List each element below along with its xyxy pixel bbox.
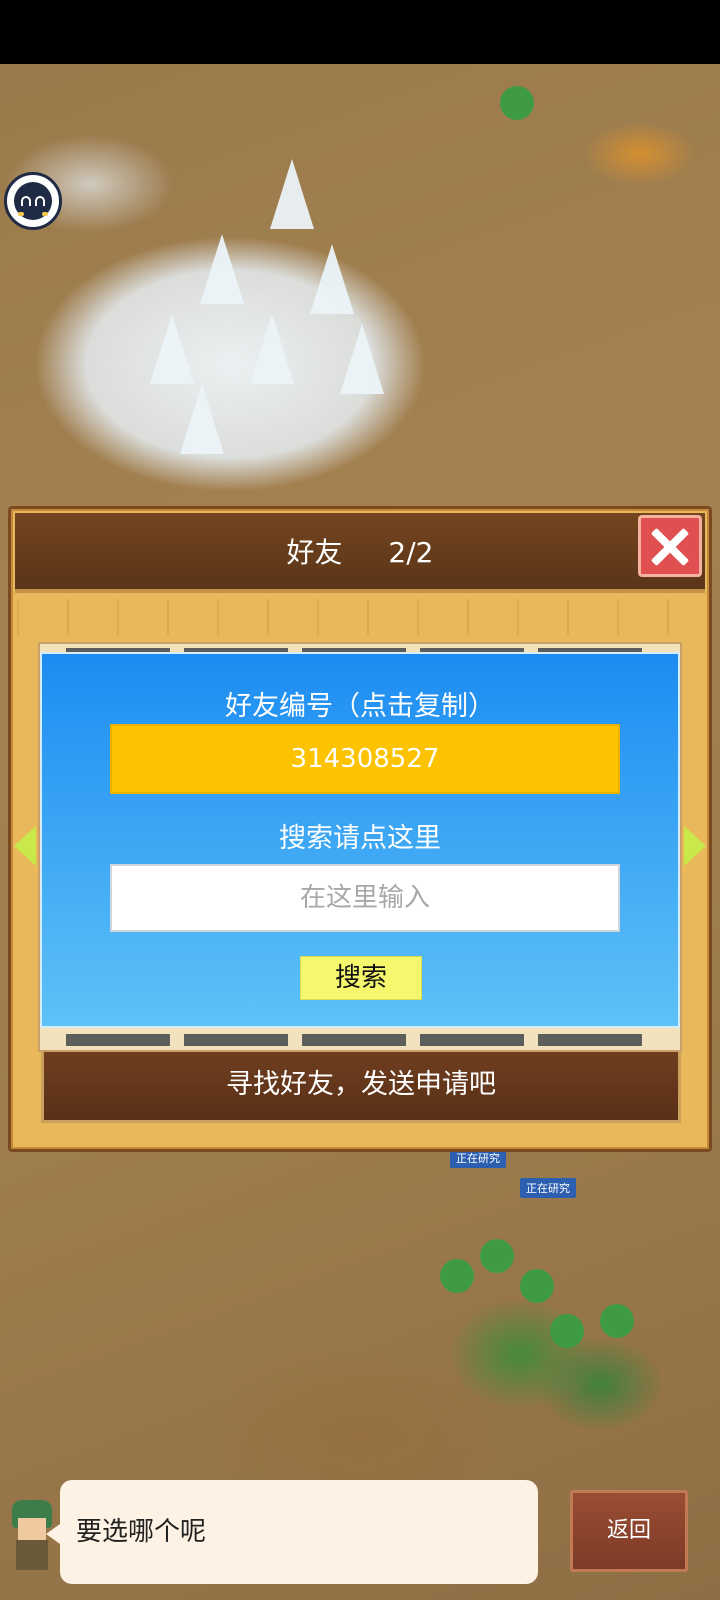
- green-tree: [520, 1269, 554, 1303]
- list-slot: [302, 1034, 406, 1046]
- close-button[interactable]: [638, 515, 702, 577]
- snow-tree: [150, 314, 194, 384]
- green-tree: [550, 1314, 584, 1348]
- friend-search-input[interactable]: 在这里输入: [110, 864, 620, 932]
- friend-code-label: 好友编号（点击复制）: [225, 691, 495, 722]
- snow-tree: [340, 324, 384, 394]
- snow-tree: [200, 234, 244, 304]
- snow-tree: [250, 314, 294, 384]
- speech-bubble: 要选哪个呢: [46, 1480, 538, 1584]
- research-label: 正在研究: [520, 1178, 576, 1198]
- list-slot: [420, 1034, 524, 1046]
- list-slot: [538, 1034, 642, 1046]
- green-tree: [440, 1259, 474, 1293]
- status-bar: [0, 0, 720, 64]
- avatar-button[interactable]: [4, 172, 62, 230]
- smiley-face-icon: [14, 182, 52, 220]
- search-hint: 搜索请点这里: [279, 823, 441, 854]
- page-indicator: 2/2: [388, 536, 434, 569]
- green-tree: [600, 1304, 634, 1338]
- back-button[interactable]: 返回: [570, 1490, 688, 1572]
- snow-tree: [180, 384, 224, 454]
- dialog-title-text: 好友: [286, 536, 343, 569]
- friend-search-panel: 好友编号（点击复制） 314308527 搜索请点这里 在这里输入 搜索: [40, 652, 680, 1028]
- dialog-title: 好友 2/2: [15, 531, 705, 571]
- dialog-header: 好友 2/2: [15, 513, 705, 593]
- green-tree: [480, 1239, 514, 1273]
- list-slot: [184, 1034, 288, 1046]
- snow-tree: [310, 244, 354, 314]
- arrow-left-icon[interactable]: [14, 826, 36, 866]
- snow-tree: [270, 159, 314, 229]
- find-friends-banner[interactable]: 寻找好友，发送申请吧: [41, 1047, 681, 1123]
- friend-code-copy-button[interactable]: 314308527: [110, 724, 620, 794]
- list-slot: [66, 1034, 170, 1046]
- search-button[interactable]: 搜索: [300, 956, 422, 1000]
- wood-texture: [17, 599, 703, 635]
- arrow-right-icon[interactable]: [684, 826, 706, 866]
- green-tree: [500, 86, 534, 120]
